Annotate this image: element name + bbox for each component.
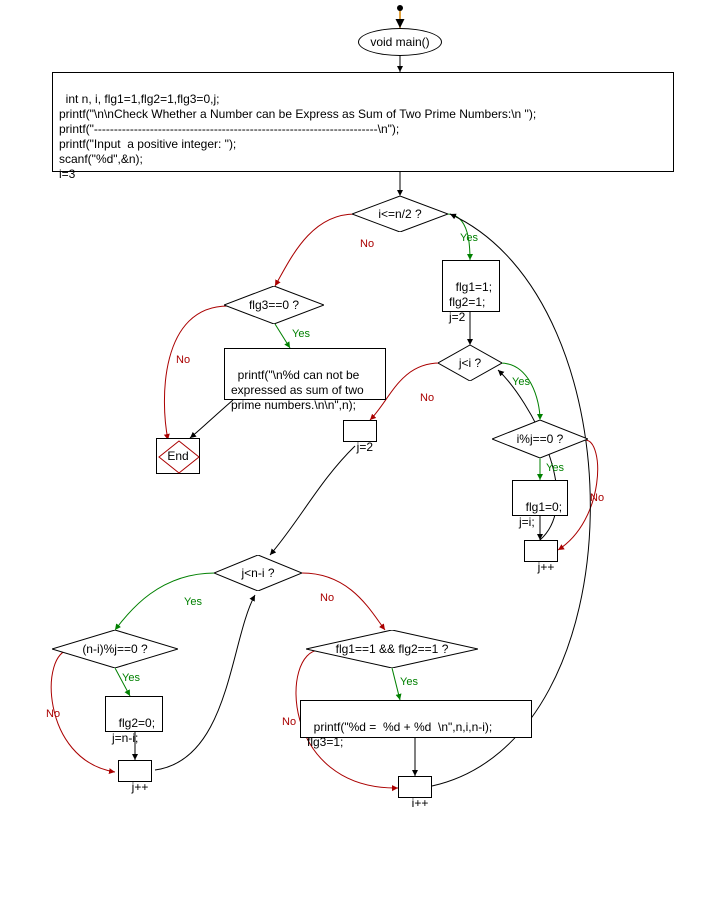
jpp-inner1-text: j++ [538,560,555,574]
j-eq-2: j=2 [343,420,377,442]
lbl-yes-4: Yes [184,596,202,608]
lbl-no-3: No [590,492,604,504]
cond-j-lt-i-text: j<i ? [459,356,481,370]
print-sum: printf("%d = %d + %d \n",n,i,n-i); flg3=… [300,700,532,738]
lbl-no-5: No [46,708,60,720]
cond-i-mod-j-text: i%j==0 ? [517,432,564,446]
jpp-inner2-text: j++ [132,780,149,794]
lbl-no-4: No [320,592,334,604]
print-fail-text: printf("\n%d can not be expressed as sum… [231,368,364,412]
init-block: int n, i, flg1=1,flg2=1,flg3=0,j; printf… [52,72,674,172]
set-flg2-0: flg2=0; j=n-i; [105,696,163,732]
set-flg1-0: flg1=0; j=i; [512,480,568,516]
lbl-yes-5: Yes [122,672,140,684]
print-fail: printf("\n%d can not be expressed as sum… [224,348,386,400]
lbl-yes-2: Yes [512,376,530,388]
cond-both-flg-text: flg1==1 && flg2==1 ? [336,642,449,656]
jpp-inner1: j++ [524,540,558,562]
start-label: void main() [370,35,429,49]
lbl-no-6: No [282,716,296,728]
cond-flg3-text: flg3==0 ? [249,298,299,312]
cond-j-lt-n-i-text: j<n-i ? [241,566,274,580]
ipp-text: i++ [412,796,429,810]
end-label: End [167,449,188,463]
lbl-yes-7: Yes [292,328,310,340]
cond-j-lt-i: j<i ? [438,345,502,381]
cond-both-flg: flg1==1 && flg2==1 ? [306,630,478,668]
lbl-no-1: No [360,238,374,250]
lbl-no-7: No [176,354,190,366]
ipp: i++ [398,776,432,798]
j-eq-2-text: j=2 [357,440,373,454]
cond-ni-mod-j: (n-i)%j==0 ? [52,630,178,668]
set-flgs: flg1=1; flg2=1; j=2 [442,260,500,312]
start-node: void main() [358,28,442,56]
end-node: End [156,438,200,474]
cond-ni-mod-j-text: (n-i)%j==0 ? [82,642,147,656]
lbl-no-2: No [420,392,434,404]
lbl-yes-6: Yes [400,676,418,688]
cond-i-le-n2-text: i<=n/2 ? [378,207,421,221]
lbl-yes-3: Yes [546,462,564,474]
jpp-inner2: j++ [118,760,152,782]
cond-i-le-n2: i<=n/2 ? [352,196,448,232]
cond-j-lt-n-i: j<n-i ? [214,555,302,591]
cond-flg3: flg3==0 ? [224,286,324,324]
lbl-yes-1: Yes [460,232,478,244]
init-text: int n, i, flg1=1,flg2=1,flg3=0,j; printf… [59,92,536,181]
cond-i-mod-j: i%j==0 ? [492,420,588,458]
